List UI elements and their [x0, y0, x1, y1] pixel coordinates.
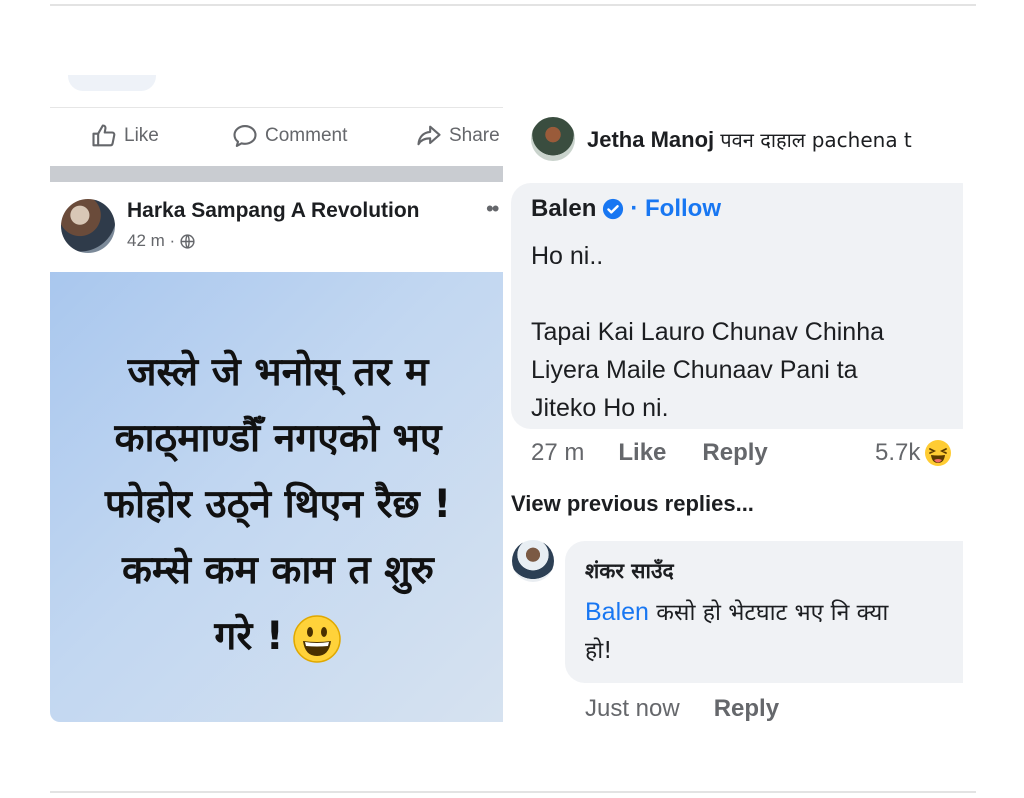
left-post-screenshot: Like Comment Share Harka Sampang A Revol… [50, 75, 503, 722]
comment-reply-button[interactable]: Reply [714, 695, 779, 722]
reaction-count: 5.7k [875, 439, 921, 466]
post-text-image: जस्ले जे भनोस् तर म काठ्माण्डौँ नगएको भए… [50, 272, 503, 722]
balen-comment-bubble: Balen · Follow Ho ni.. Tapai Kai Lauro C… [511, 183, 963, 429]
like-button[interactable]: Like [90, 122, 159, 150]
more-options-icon[interactable]: •• [486, 196, 499, 222]
balen-comment-actions: 27 m Like Reply [531, 439, 768, 467]
right-comments-screenshot: — — — — — — — — Jetha Manoj पवन दाहाल pa… [505, 75, 963, 722]
commenter-name[interactable]: Jetha Manoj [587, 127, 714, 152]
shankar-reply-actions: Just now Reply [585, 695, 779, 722]
view-previous-replies-link[interactable]: View previous replies... [511, 491, 754, 517]
comment-label: Comment [265, 125, 348, 146]
comment-reply-button[interactable]: Reply [702, 439, 767, 467]
post-line: गरे ! [214, 614, 284, 659]
post-header: Harka Sampang A Revolution 42 m · •• [50, 182, 503, 272]
shankar-reply-bubble: शंकर साउँद Balen कसो हो भेटघाट भए नि क्य… [565, 541, 963, 683]
like-label: Like [124, 125, 159, 146]
post-line: काठ्माण्डौँ नगएको भए [114, 416, 442, 461]
post-time[interactable]: 42 m · [127, 231, 175, 251]
commenter-name[interactable]: शंकर साउँद [585, 557, 674, 585]
laughing-face-icon [925, 440, 952, 466]
comment-text: Balen कसो हो भेटघाट भए नि क्या हो! [585, 593, 963, 670]
balen-comment-header: Balen · Follow [531, 195, 721, 223]
comment-bubble-icon [233, 125, 257, 147]
post-line-last: गरे ! [62, 604, 494, 670]
share-label: Share [449, 125, 500, 146]
follow-button[interactable]: · Follow [630, 195, 721, 223]
comment-button[interactable]: Comment [231, 122, 347, 150]
thumbs-up-icon [92, 124, 116, 147]
post-body-text: जस्ले जे भनोस् तर म काठ्माण्डौँ नगएको भए… [62, 340, 494, 670]
mention-link[interactable]: Balen [585, 598, 649, 626]
share-arrow-icon [417, 125, 441, 146]
feed-separator [50, 166, 503, 182]
comment-time[interactable]: Just now [585, 695, 680, 722]
reaction-summary[interactable]: 5.7k [875, 439, 952, 467]
comment-text-line: हो! [585, 638, 613, 664]
clipped-previous-actions: — — — — — — — — [537, 75, 731, 84]
comment-text: पवन दाहाल pachena t [720, 128, 912, 152]
jetha-comment: Jetha Manoj पवन दाहाल pachena t [587, 126, 912, 153]
avatar[interactable] [512, 540, 554, 582]
share-button[interactable]: Share [415, 122, 500, 150]
post-action-bar: Like Comment Share [50, 107, 503, 166]
commenter-name[interactable]: Balen [531, 195, 596, 223]
verified-badge-icon [603, 198, 624, 220]
grinning-face-icon [292, 614, 341, 663]
post-line: जस्ले जे भनोस् तर म [127, 350, 429, 395]
bottom-divider [50, 791, 976, 793]
top-divider [50, 4, 976, 6]
comment-text: Ho ni.. Tapai Kai Lauro Chunav Chinha Li… [531, 242, 885, 422]
avatar[interactable] [531, 117, 575, 161]
post-line: फोहोर उठ्ने थिएन रैछ ! [104, 482, 452, 527]
previous-comment-input [68, 75, 156, 91]
globe-icon [180, 233, 195, 249]
avatar[interactable] [61, 199, 115, 253]
post-author-name[interactable]: Harka Sampang A Revolution [127, 199, 420, 223]
comment-text-line: कसो हो भेटघाट भए नि क्या [656, 600, 889, 626]
comment-like-button[interactable]: Like [618, 439, 666, 467]
comment-time[interactable]: 27 m [531, 439, 584, 467]
post-line: कम्से कम काम त शुरु [121, 548, 435, 593]
post-meta: 42 m · [127, 231, 196, 251]
